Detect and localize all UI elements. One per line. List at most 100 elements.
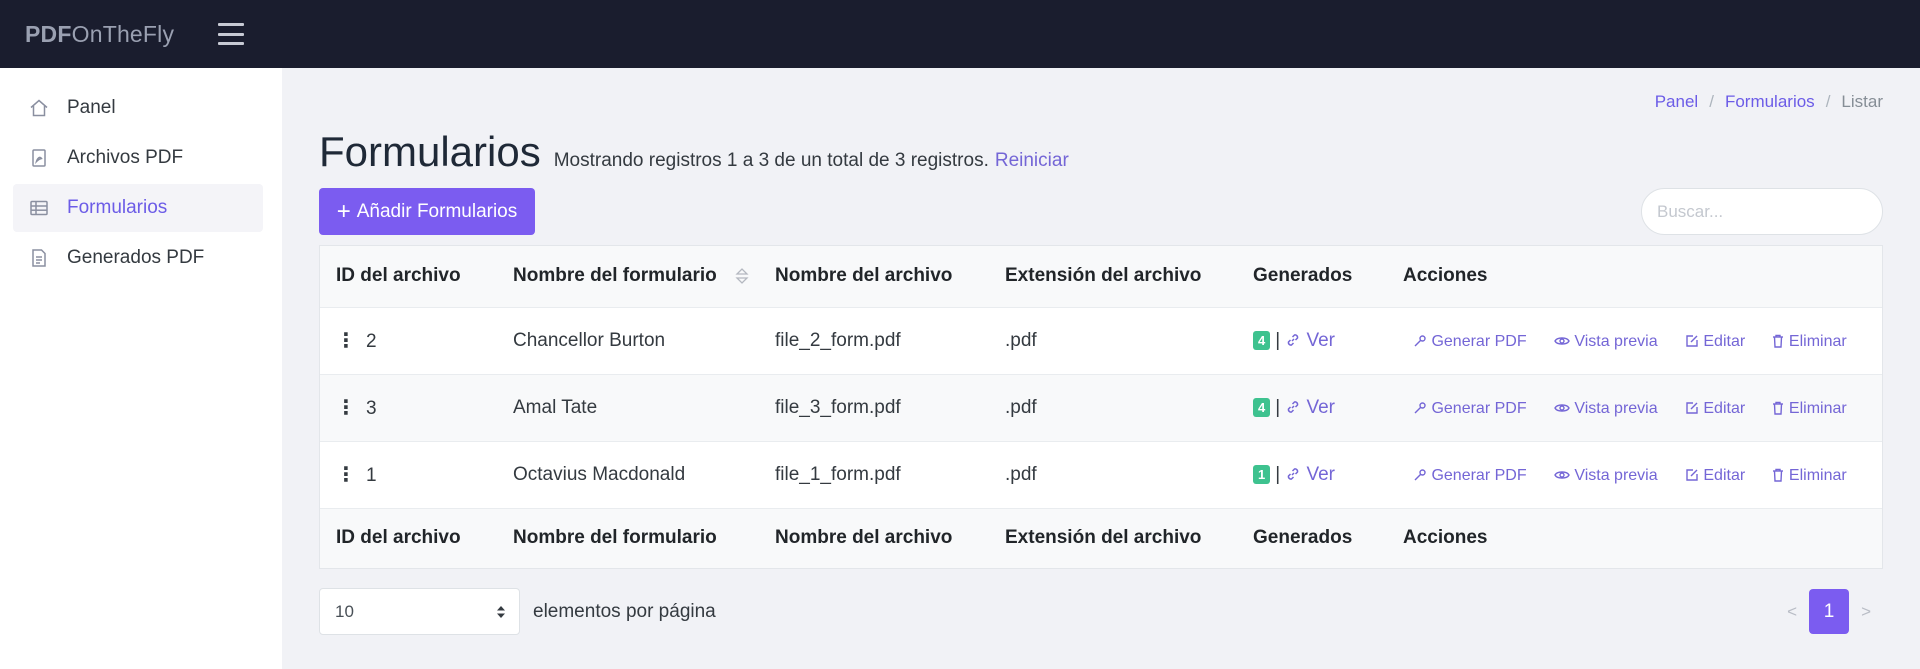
generated-count-badge: 1 [1253, 464, 1271, 484]
sidebar-item-label: Panel [67, 97, 116, 118]
generate-pdf-label: Generar PDF [1431, 399, 1527, 417]
trash-icon [1773, 401, 1784, 415]
generate-pdf-label: Generar PDF [1431, 466, 1527, 484]
view-generated-link[interactable]: Ver [1285, 397, 1335, 418]
row-menu-icon[interactable]: ⋮ [336, 328, 356, 353]
footer-header-file-name: Nombre del archivo [759, 507, 989, 568]
sidebar-item-label: Archivos PDF [67, 147, 184, 168]
table-controls: 10 elementos por página < 1 > [319, 588, 1883, 635]
preview-label: Vista previa [1574, 399, 1658, 417]
main-content: Panel / Formularios / Listar Formularios… [282, 68, 1920, 669]
brand-logo[interactable]: PDFOnTheFly [25, 21, 174, 48]
sidebar-item-archivos-pdf[interactable]: Archivos PDF [13, 134, 263, 182]
cell-generated: 4 | Ver [1237, 306, 1387, 374]
delete-link[interactable]: Eliminar [1772, 333, 1847, 350]
brand-rest-text: OnTheFly [71, 20, 175, 47]
view-label: Ver [1306, 329, 1335, 351]
delete-label: Eliminar [1788, 466, 1847, 484]
row-menu-icon[interactable]: ⋮ [336, 462, 356, 487]
sidebar-item-generados-pdf[interactable]: Generados PDF [13, 234, 263, 282]
breadcrumb-item-panel[interactable]: Panel [1655, 92, 1698, 112]
link-icon [1287, 333, 1299, 346]
column-header-form-name[interactable]: Nombre del formulario [497, 246, 759, 307]
document-icon [29, 248, 49, 268]
table-header-row: ID del archivo Nombre del formulario Nom… [320, 246, 1882, 307]
column-header-id[interactable]: ID del archivo [320, 246, 497, 307]
column-header-label: Nombre del formulario [513, 265, 717, 287]
brand-bold-text: PDF [25, 20, 72, 47]
edit-label: Editar [1703, 399, 1746, 417]
cell-id: ⋮ 3 [320, 373, 497, 441]
pagination: < 1 > [1775, 589, 1883, 634]
sidebar-item-panel[interactable]: Panel [13, 84, 263, 132]
cell-id: ⋮ 2 [320, 306, 497, 374]
edit-link[interactable]: Editar [1685, 333, 1745, 350]
reset-link[interactable]: Reiniciar [995, 150, 1069, 172]
top-bar: PDFOnTheFly [0, 0, 1920, 68]
page-button-1[interactable]: 1 [1809, 589, 1850, 634]
cell-file-name: file_1_form.pdf [759, 440, 989, 508]
plus-icon: + [336, 197, 351, 225]
column-header-generated[interactable]: Generados [1237, 246, 1387, 307]
link-icon [1287, 400, 1299, 413]
preview-label: Vista previa [1574, 332, 1658, 350]
per-page-label: elementos por página [533, 600, 716, 622]
delete-link[interactable]: Eliminar [1772, 400, 1847, 417]
table-footer-row: ID del archivo Nombre del formulario Nom… [320, 507, 1882, 568]
sidebar-item-formularios[interactable]: Formularios [13, 184, 263, 232]
cell-extension: .pdf [989, 306, 1237, 374]
table-icon [29, 198, 49, 218]
menu-toggle-icon[interactable] [218, 23, 245, 45]
sidebar-item-label: Formularios [67, 197, 168, 218]
wrench-icon [1414, 401, 1426, 413]
sidebar-item-label: Generados PDF [67, 247, 205, 268]
edit-icon [1686, 401, 1698, 414]
preview-link[interactable]: Vista previa [1554, 333, 1658, 350]
generate-pdf-link[interactable]: Generar PDF [1413, 400, 1527, 417]
footer-header-id: ID del archivo [320, 507, 497, 568]
preview-link[interactable]: Vista previa [1554, 400, 1658, 417]
delete-link[interactable]: Eliminar [1772, 466, 1847, 484]
search-input[interactable] [1641, 188, 1883, 235]
cell-file-name: file_2_form.pdf [759, 306, 989, 374]
footer-header-actions: Acciones [1387, 507, 1882, 568]
trash-icon [1773, 334, 1784, 348]
view-generated-link[interactable]: Ver [1285, 330, 1335, 351]
cell-form-name: Amal Tate [497, 373, 759, 441]
preview-link[interactable]: Vista previa [1554, 467, 1658, 484]
wrench-icon [1414, 334, 1426, 346]
breadcrumb-item-formularios[interactable]: Formularios [1725, 92, 1815, 112]
edit-link[interactable]: Editar [1685, 400, 1745, 417]
row-id: 3 [366, 398, 377, 419]
cell-form-name: Octavius Macdonald [497, 440, 759, 508]
edit-icon [1686, 468, 1698, 481]
column-header-file-name[interactable]: Nombre del archivo [759, 246, 989, 307]
row-menu-icon[interactable]: ⋮ [336, 395, 356, 420]
breadcrumb-item-listar: Listar [1841, 92, 1883, 111]
per-page-value: 10 [335, 601, 354, 621]
row-id: 1 [366, 465, 377, 486]
sort-icon[interactable] [735, 266, 749, 286]
preview-label: Vista previa [1574, 466, 1658, 484]
eye-icon [1554, 403, 1570, 412]
forms-table: ID del archivo Nombre del formulario Nom… [319, 245, 1883, 569]
pipe-separator: | [1275, 463, 1281, 485]
view-generated-link[interactable]: Ver [1285, 464, 1335, 485]
edit-icon [1686, 334, 1698, 347]
wrench-icon [1414, 468, 1426, 480]
edit-link[interactable]: Editar [1685, 467, 1745, 484]
next-page-button[interactable]: > [1849, 602, 1883, 622]
add-form-label: Añadir Formularios [356, 200, 518, 222]
generate-pdf-link[interactable]: Generar PDF [1413, 467, 1527, 484]
add-form-button[interactable]: + Añadir Formularios [319, 188, 535, 235]
breadcrumb-separator: / [1825, 92, 1831, 111]
edit-label: Editar [1703, 332, 1746, 350]
footer-header-generated: Generados [1237, 507, 1387, 568]
column-header-extension[interactable]: Extensión del archivo [989, 246, 1237, 307]
previous-page-button[interactable]: < [1775, 602, 1809, 622]
page-title: Formularios [319, 128, 541, 175]
sidebar: Panel Archivos PDF Formularios Generados… [0, 68, 282, 669]
generate-pdf-link[interactable]: Generar PDF [1413, 333, 1527, 350]
per-page-select[interactable]: 10 [319, 588, 520, 635]
table-row: ⋮ 2 Chancellor Burton file_2_form.pdf .pd… [320, 306, 1882, 374]
